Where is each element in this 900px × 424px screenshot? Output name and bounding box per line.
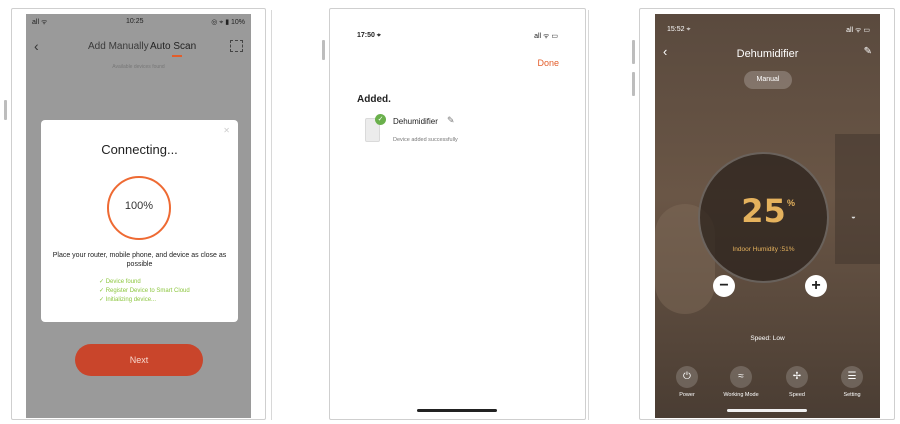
column-divider-left (271, 10, 272, 420)
scan-icon[interactable] (230, 40, 243, 52)
status-bar: all ᯤ 10:25 ◎ ⌖ ▮ 10% (26, 16, 251, 30)
signal-indicator: all ᯤ ▭ (534, 33, 558, 40)
speed-label: Speed (789, 392, 805, 398)
close-icon[interactable]: ✕ (223, 126, 230, 135)
connecting-dialog: ✕ Connecting... 100% Place your router, … (41, 120, 238, 322)
device-name: Dehumidifier (393, 117, 438, 126)
dialog-title: Connecting... (101, 142, 178, 157)
phone-side-button (632, 72, 635, 96)
added-title: Added. (357, 94, 391, 105)
humidity-setpoint: 25 (741, 192, 786, 230)
control-bar: ⏻ Power ≈ Working Mode ✢ Speed ☰ Setting (655, 366, 880, 406)
indoor-humidity: Indoor Humidity :51% (732, 246, 795, 253)
device-added-screen: 17:50 ⌖ all ᯤ ▭ Done Added. ✓ Dehumidifi… (345, 14, 570, 418)
working-mode-control[interactable]: ≈ Working Mode (716, 366, 766, 398)
background-furniture (835, 134, 880, 264)
connecting-screen: all ᯤ 10:25 ◎ ⌖ ▮ 10% ‹ Add Manually Aut… (26, 14, 251, 418)
step-register-cloud: ✓ Register Device to Smart Cloud (99, 288, 190, 294)
check-icon: ✓ (375, 114, 386, 125)
working-mode-label: Working Mode (723, 392, 759, 398)
signal-indicator: all ᯤ ▭ (846, 27, 870, 34)
top-nav: ‹ Add Manually Auto Scan (26, 38, 251, 57)
humidity-unit: % (787, 198, 796, 208)
tab-auto-scan[interactable]: Auto Scan (150, 41, 196, 52)
speed-control[interactable]: ✢ Speed (772, 366, 822, 398)
devices-found-hint: Available devices found (112, 64, 165, 70)
phone-side-button (322, 40, 325, 60)
done-button[interactable]: Done (537, 58, 559, 68)
humidity-dial[interactable]: 25 % Indoor Humidity :51% (698, 152, 829, 283)
device-title: Dehumidifier (736, 48, 799, 60)
edit-icon[interactable]: ✎ (864, 46, 872, 57)
power-control[interactable]: ⏻ Power (662, 366, 712, 398)
home-indicator[interactable] (727, 409, 807, 412)
step-device-found: ✓ Device found (99, 279, 141, 285)
active-tab-indicator (172, 55, 182, 57)
speed-status: Speed: Low (750, 335, 785, 342)
setting-control[interactable]: ☰ Setting (827, 366, 877, 398)
device-added-status: Device added successfully (393, 137, 458, 143)
phone-side-button (632, 40, 635, 64)
fan-icon: ✢ (786, 366, 808, 388)
status-time: 15:52 ⌖ (667, 26, 691, 33)
next-button[interactable]: Next (75, 344, 203, 376)
decrease-button[interactable]: − (713, 275, 735, 297)
edit-icon[interactable]: ✎ (447, 115, 455, 126)
phone-side-button (4, 100, 7, 120)
back-icon[interactable]: ‹ (34, 38, 39, 54)
power-label: Power (679, 392, 695, 398)
battery-indicator: ◎ ⌖ ▮ 10% (211, 19, 245, 26)
settings-icon: ☰ (841, 366, 863, 388)
connection-steps: ✓ Device found ✓ Register Device to Smar… (99, 278, 190, 305)
setting-label: Setting (843, 392, 861, 398)
column-divider-right (588, 10, 589, 420)
dehumidifier-control-screen: 15:52 ⌖ all ᯤ ▭ ‹ Dehumidifier ✎ Manual … (655, 14, 880, 418)
home-indicator[interactable] (417, 409, 497, 412)
status-time: 10:25 (126, 18, 144, 25)
mode-badge[interactable]: Manual (744, 71, 792, 89)
working-mode-icon: ≈ (730, 366, 752, 388)
power-icon: ⏻ (676, 366, 698, 388)
tab-add-manually[interactable]: Add Manually (88, 41, 149, 52)
status-time: 17:50 ⌖ (357, 32, 381, 39)
increase-button[interactable]: + (805, 275, 827, 297)
step-initializing: ✓ Initializing device... (99, 297, 157, 303)
signal-indicator: all ᯤ (32, 19, 48, 26)
progress-percent: 100% (124, 200, 154, 212)
droplet-icon: ◒ (851, 212, 856, 221)
placement-message: Place your router, mobile phone, and dev… (52, 252, 227, 268)
